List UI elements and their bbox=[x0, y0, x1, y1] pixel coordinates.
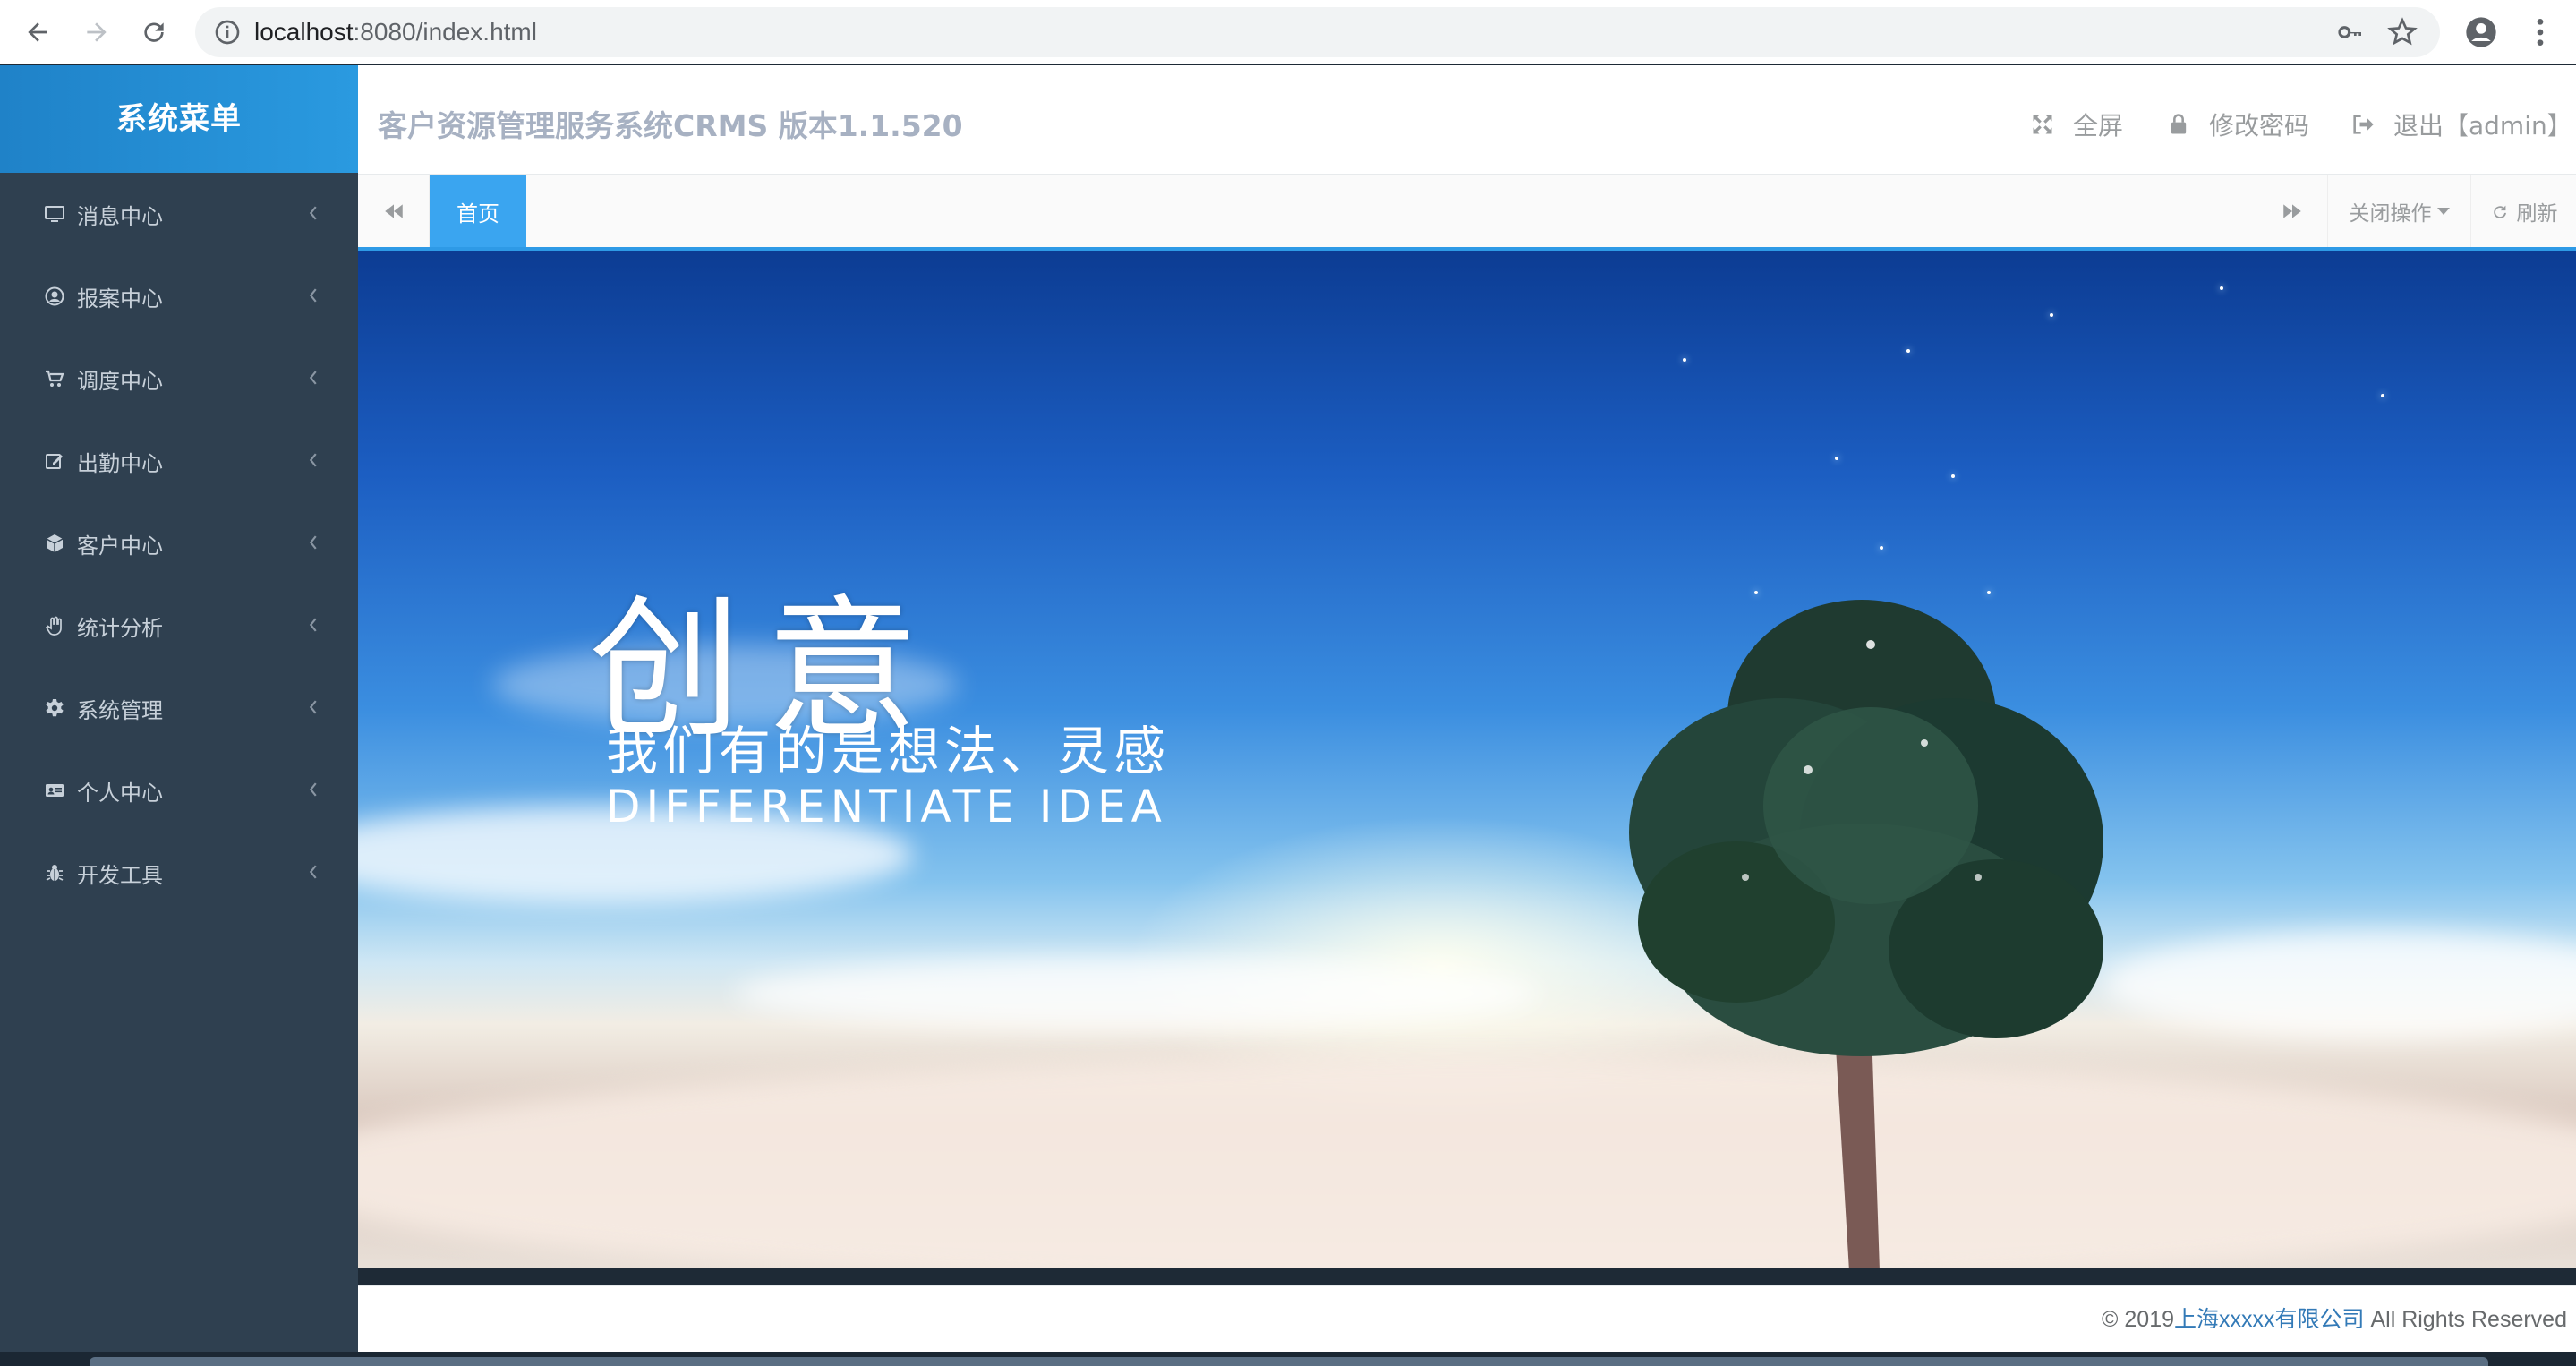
sidebar-item-customers[interactable]: 客户中心 bbox=[0, 502, 358, 585]
sidebar-item-label: 调度中心 bbox=[77, 368, 163, 394]
desktop-icon bbox=[43, 202, 66, 226]
sidebar-item-label: 出勤中心 bbox=[77, 450, 163, 476]
sidebar-item-label: 报案中心 bbox=[77, 286, 163, 312]
logout-label: 退出【admin】 bbox=[2393, 111, 2572, 141]
browser-toolbar: localhost:8080/index.html bbox=[0, 0, 2576, 64]
sidebar-item-label: 客户中心 bbox=[77, 533, 163, 559]
gear-icon bbox=[43, 696, 66, 720]
cube-icon bbox=[43, 532, 66, 555]
back-icon[interactable] bbox=[18, 13, 57, 52]
chevron-left-icon bbox=[309, 618, 317, 632]
kebab-menu-icon[interactable] bbox=[2522, 14, 2558, 50]
sidebar-item-label: 开发工具 bbox=[77, 862, 163, 888]
sparkle bbox=[1683, 358, 1686, 362]
copyright-prefix: © 2019 bbox=[2102, 1307, 2174, 1332]
sidebar-item-label: 系统管理 bbox=[77, 697, 163, 723]
sidebar-item-label: 个人中心 bbox=[77, 780, 163, 806]
cloud-sea bbox=[358, 1056, 2576, 1268]
info-icon[interactable] bbox=[213, 18, 242, 47]
sparkle bbox=[1951, 474, 1955, 478]
forward-step-icon bbox=[2282, 204, 2301, 218]
close-operations-dropdown[interactable]: 关闭操作 bbox=[2327, 175, 2470, 247]
tab-scroll-right-button[interactable] bbox=[2256, 175, 2327, 247]
sparkle bbox=[2220, 286, 2223, 290]
expand-icon bbox=[2033, 115, 2052, 134]
sidebar-item-system[interactable]: 系统管理 bbox=[0, 667, 358, 749]
chevron-left-icon bbox=[309, 535, 317, 550]
chevron-left-icon bbox=[309, 453, 317, 467]
chevron-left-icon bbox=[309, 782, 317, 797]
footer: © 2019上海xxxxx有限公司 All Rights Reserved bbox=[358, 1285, 2576, 1352]
top-header: 客户资源管理服务系统CRMS 版本1.1.520 全屏 修改密码 退出【admi… bbox=[358, 65, 2576, 175]
key-icon[interactable] bbox=[2336, 18, 2365, 47]
sidebar-item-statistics[interactable]: 统计分析 bbox=[0, 585, 358, 667]
sidebar-item-label: 消息中心 bbox=[77, 203, 163, 229]
url-text[interactable]: localhost:8080/index.html bbox=[254, 7, 537, 57]
sidebar-item-attendance[interactable]: 出勤中心 bbox=[0, 420, 358, 502]
hand-icon bbox=[43, 614, 66, 637]
sidebar-item-reports[interactable]: 报案中心 bbox=[0, 255, 358, 337]
tab-scroll-left-button[interactable] bbox=[358, 175, 430, 247]
desktop-window-edge bbox=[90, 1357, 2488, 1366]
sidebar: 系统菜单 消息中心 报案中心 调度中心 出勤中心 客户中心 统计分析 系统管理 … bbox=[0, 65, 358, 1352]
sparkle bbox=[1835, 457, 1838, 460]
cloud bbox=[734, 958, 1540, 1029]
chevron-left-icon bbox=[309, 700, 317, 714]
copyright-text: © 2019上海xxxxx有限公司 All Rights Reserved bbox=[2102, 1286, 2567, 1353]
chevron-left-icon bbox=[309, 288, 317, 303]
desktop-strip bbox=[0, 1352, 2576, 1366]
change-password-label: 修改密码 bbox=[2209, 111, 2310, 141]
app-title: 客户资源管理服务系统CRMS 版本1.1.520 bbox=[378, 108, 963, 143]
copyright-suffix: All Rights Reserved bbox=[2364, 1307, 2567, 1332]
sparkle bbox=[1906, 349, 1910, 353]
refresh-label: 刷新 bbox=[2516, 202, 2558, 226]
fullscreen-button[interactable]: 全屏 bbox=[2030, 105, 2123, 144]
logout-button[interactable]: 退出【admin】 bbox=[2350, 105, 2572, 144]
sparkle bbox=[2050, 313, 2053, 317]
home-banner: 创意 我们有的是想法、灵感 DIFFERENTIATE IDEA bbox=[358, 251, 2576, 1268]
tabs-bar: 首页 关闭操作 刷新 bbox=[358, 175, 2576, 251]
edit-icon bbox=[43, 449, 66, 473]
sparkle bbox=[2381, 394, 2384, 397]
refresh-button[interactable]: 刷新 bbox=[2470, 175, 2576, 247]
chevron-left-icon bbox=[309, 865, 317, 879]
chevron-left-icon bbox=[309, 371, 317, 385]
sidebar-item-label: 统计分析 bbox=[77, 615, 163, 641]
sidebar-item-profile[interactable]: 个人中心 bbox=[0, 749, 358, 832]
user-circle-icon bbox=[43, 285, 66, 308]
refresh-icon bbox=[2493, 205, 2506, 219]
address-bar[interactable]: localhost:8080/index.html bbox=[195, 7, 2440, 57]
backward-icon bbox=[384, 204, 403, 218]
tab-home[interactable]: 首页 bbox=[430, 175, 526, 247]
reload-icon[interactable] bbox=[134, 13, 174, 52]
banner-english: DIFFERENTIATE IDEA bbox=[606, 781, 1167, 832]
tree-illustration bbox=[1629, 600, 2103, 1268]
forward-icon[interactable] bbox=[77, 13, 116, 52]
sidebar-item-messages[interactable]: 消息中心 bbox=[0, 173, 358, 255]
lock-icon bbox=[2171, 114, 2187, 134]
bug-icon bbox=[43, 861, 66, 884]
sidebar-title: 系统菜单 bbox=[0, 65, 358, 173]
sign-out-icon bbox=[2353, 115, 2374, 134]
profile-icon[interactable] bbox=[2463, 14, 2499, 50]
change-password-button[interactable]: 修改密码 bbox=[2166, 105, 2309, 144]
cart-icon bbox=[43, 367, 66, 390]
chevron-left-icon bbox=[309, 206, 317, 220]
banner-subline: 我们有的是想法、灵感 bbox=[606, 721, 1171, 781]
close-operations-label: 关闭操作 bbox=[2349, 202, 2432, 226]
company-link[interactable]: 上海xxxxx有限公司 bbox=[2174, 1307, 2365, 1332]
sidebar-item-devtools[interactable]: 开发工具 bbox=[0, 832, 358, 914]
caret-down-icon bbox=[2436, 208, 2450, 215]
sidebar-item-dispatch[interactable]: 调度中心 bbox=[0, 337, 358, 420]
fullscreen-label: 全屏 bbox=[2073, 111, 2124, 141]
bookmark-star-icon[interactable] bbox=[2386, 16, 2418, 48]
id-card-icon bbox=[43, 779, 66, 802]
